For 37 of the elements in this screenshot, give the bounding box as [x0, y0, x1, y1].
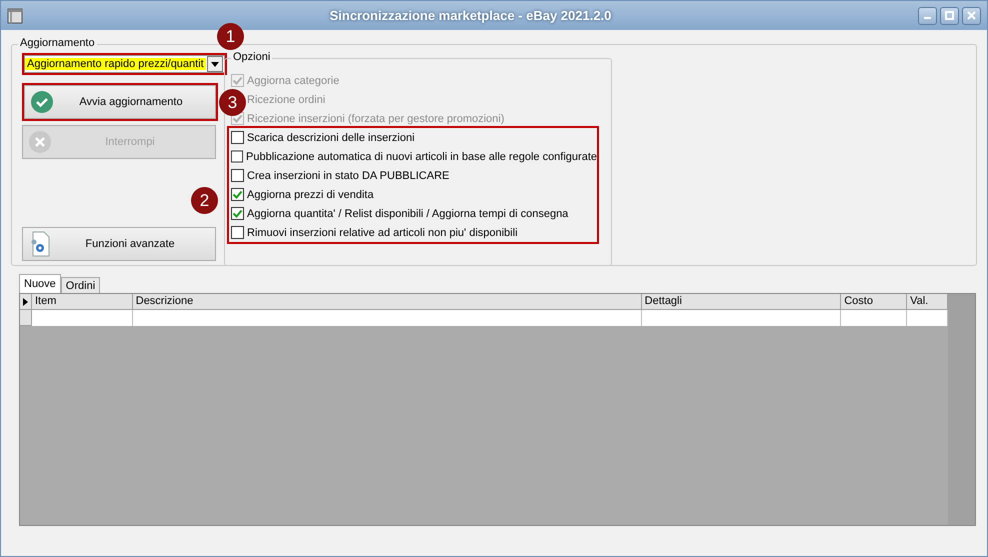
caret-icon	[210, 62, 219, 66]
advanced-button[interactable]: Funzioni avanzate	[22, 227, 216, 261]
checkbox-label: Pubblicazione automatica di nuovi articoli in base alle regole configurate	[246, 150, 597, 162]
checkbox-label: Aggiorna categorie	[247, 74, 340, 86]
checkbox-label: Aggiorna quantita' / Relist disponibili / Aggiorna tempi di consegna	[247, 208, 568, 220]
callout-badge: 3	[219, 89, 246, 116]
checkbox-label: Rimuovi inserzioni relative ad articoli non piu' disponibili	[247, 226, 518, 238]
checkbox-label: Scarica descrizioni delle inserzioni	[247, 132, 415, 144]
close-icon	[967, 11, 976, 20]
group-label: Opzioni	[231, 51, 272, 63]
checkbox[interactable]	[231, 226, 244, 239]
checkbox[interactable]	[231, 150, 243, 163]
maximize-icon	[945, 11, 954, 20]
mode-dropdown[interactable]: Aggiornamento rapido prezzi/quantit	[24, 55, 225, 73]
group-label: Aggiornamento	[18, 37, 97, 49]
checkbox-label: Crea inserzioni in stato DA PUBBLICARE	[247, 170, 450, 182]
checkbox[interactable]	[231, 131, 244, 144]
minimize-button[interactable]	[918, 6, 937, 24]
checkbox[interactable]	[231, 188, 244, 201]
maximize-button[interactable]	[940, 6, 959, 24]
checkbox[interactable]	[231, 207, 244, 220]
tab[interactable]: Nuove	[19, 274, 61, 293]
close-icon	[29, 131, 51, 153]
window-title: Sincronizzazione marketplace - eBay 2021.2.0	[328, 8, 612, 23]
checkbox-label: Aggiorna prezzi di vendita	[247, 188, 374, 200]
start-button[interactable]: Avvia aggiornamento	[24, 85, 216, 119]
close-button[interactable]	[962, 6, 981, 24]
callout-badge: 1	[217, 23, 244, 50]
checkbox-label: Ricezione inserzioni (forzata per gestore promozioni)	[247, 112, 504, 124]
row-pointer-icon	[22, 298, 28, 306]
check-icon	[31, 91, 53, 113]
tab[interactable]: Ordini	[60, 277, 100, 293]
document-gear-icon	[29, 231, 51, 257]
checkbox-label: Ricezione ordini	[247, 94, 326, 106]
window-icon	[7, 8, 23, 24]
callout-badge: 2	[191, 187, 218, 214]
checkbox[interactable]	[231, 169, 244, 182]
